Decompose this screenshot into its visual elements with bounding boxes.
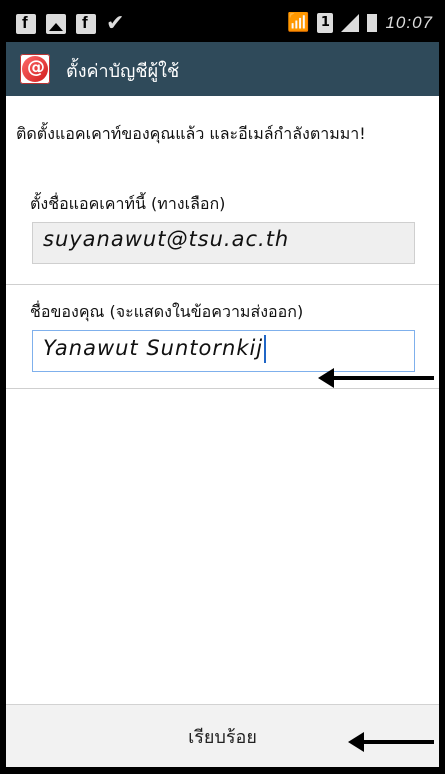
action-bar: ตั้งค่าบัญชีผู้ใช้ [6, 42, 439, 96]
divider [6, 388, 439, 389]
done-button[interactable]: เรียบร้อย [6, 705, 439, 767]
your-name-value: Yanawut Suntornkij [43, 336, 264, 360]
text-caret [264, 335, 267, 363]
facebook-icon [16, 13, 36, 34]
wifi-icon: 📶 [287, 12, 310, 33]
phone-frame [0, 0, 445, 774]
email-app-icon[interactable] [20, 54, 50, 84]
your-name-input[interactable]: Yanawut Suntornkij [32, 330, 415, 372]
divider [6, 284, 439, 285]
account-name-input[interactable]: suyanawut@tsu.ac.th [32, 222, 415, 264]
picture-icon [46, 14, 66, 34]
intro-text: ติดตั้งแอคเคาท์ของคุณแล้ว และอีเมล์กำลัง… [16, 124, 366, 143]
facebook-icon [76, 13, 96, 34]
check-icon: ✔ [106, 11, 125, 36]
status-time: 10:07 [385, 12, 433, 32]
your-name-label: ชื่อของคุณ (จะแสดงในข้อความส่งออก) [30, 302, 304, 321]
page-title: ตั้งค่าบัญชีผู้ใช้ [66, 61, 180, 82]
status-bar: ✔ 📶 1 10:07 [6, 6, 439, 42]
annotation-arrow [348, 732, 434, 752]
account-name-label: ตั้งชื่อแอคเคาท์นี้ (ทางเลือก) [30, 194, 226, 213]
signal-icon [341, 13, 360, 32]
battery-icon [367, 13, 378, 32]
bottom-bar: เรียบร้อย [6, 704, 439, 767]
annotation-arrow [318, 368, 434, 388]
sim-icon: 1 [317, 12, 334, 33]
